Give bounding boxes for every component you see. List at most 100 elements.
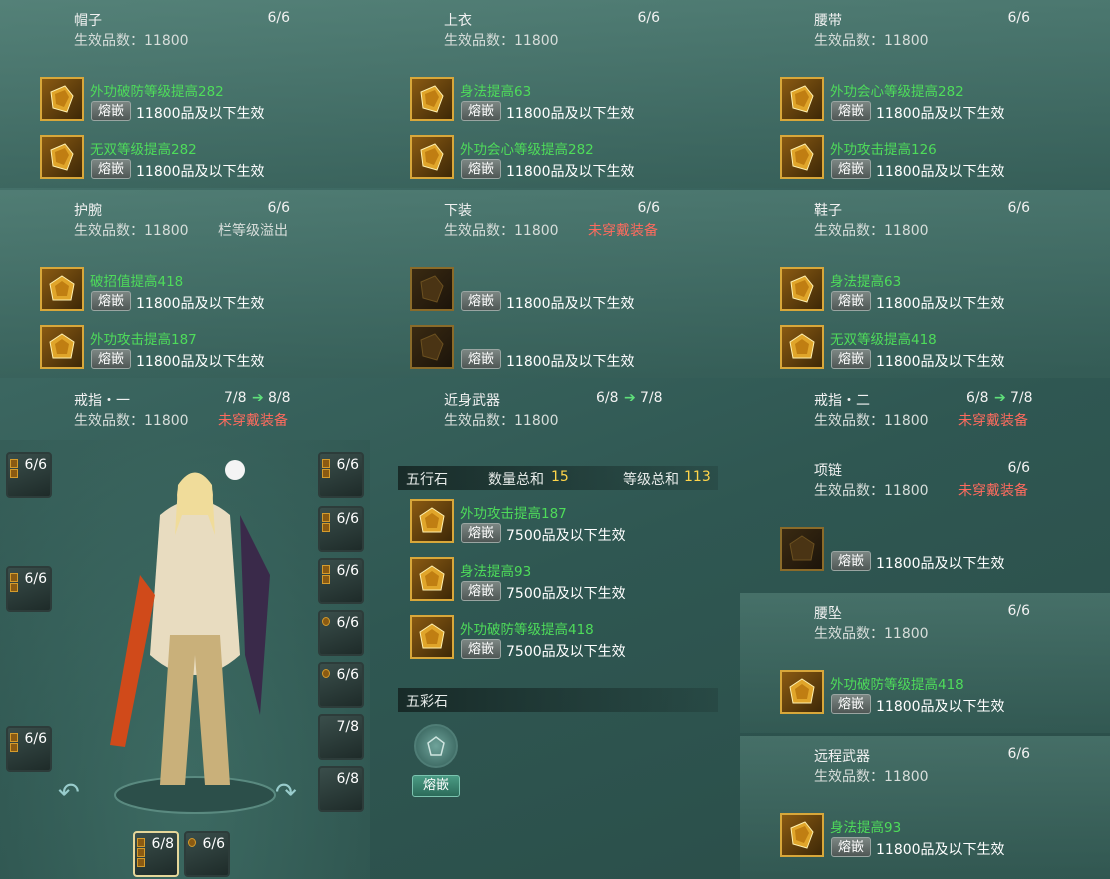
wucai-title: 五彩石 <box>406 694 448 710</box>
gem-pip-icon <box>10 573 18 582</box>
panel-ring2: 戒指・二 6/8 ➔ 7/8 生效品数：11800 未穿戴装备 <box>740 380 1110 440</box>
slot-count-from: 7/8 <box>224 390 247 406</box>
upgrade-arrow-icon: ➔ <box>624 390 636 406</box>
embed-button[interactable]: 熔嵌 <box>461 523 501 543</box>
gem-pip-icon <box>322 669 330 678</box>
gem-icon[interactable] <box>780 813 824 857</box>
wucai-slot[interactable] <box>414 724 458 768</box>
equip-slot[interactable]: 6/6 <box>318 558 364 604</box>
equip-slot[interactable]: 6/6 <box>6 452 52 498</box>
slot-title: 腰带 <box>814 13 842 29</box>
embed-button[interactable]: 熔嵌 <box>91 159 131 179</box>
slot-count: 6/6 <box>1007 746 1030 762</box>
equip-slot[interactable]: 6/6 <box>318 610 364 656</box>
embed-requirement: 11800品及以下生效 <box>876 164 1005 180</box>
gem-pip-icon <box>137 848 145 857</box>
embed-button[interactable]: 熔嵌 <box>461 159 501 179</box>
gem-icon[interactable] <box>40 135 84 179</box>
embed-button[interactable]: 熔嵌 <box>831 101 871 121</box>
gem-effect: 无双等级提高418 <box>830 332 937 348</box>
equip-slot[interactable]: 6/6 <box>318 662 364 708</box>
embed-requirement: 11800品及以下生效 <box>506 354 635 370</box>
qty-label: 数量总和 <box>488 472 544 488</box>
slot-title: 戒指・一 <box>74 393 130 409</box>
slot-note: 未穿戴装备 <box>218 413 288 429</box>
panel-wrist: 护腕 6/6 生效品数：11800 栏等级溢出 破招值提高418 熔嵌 1180… <box>0 190 370 378</box>
embed-button[interactable]: 熔嵌 <box>461 639 501 659</box>
gem-icon[interactable] <box>40 267 84 311</box>
slot-title: 上衣 <box>444 13 472 29</box>
gem-icon[interactable] <box>410 135 454 179</box>
lvl-label: 等级总和 <box>623 472 679 488</box>
embed-button[interactable]: 熔嵌 <box>831 694 871 714</box>
slot-level: 生效品数：11800 <box>814 413 929 429</box>
wuxing-title: 五行石 <box>406 472 448 488</box>
slot-count: 6/6 <box>336 457 359 473</box>
equip-slot[interactable]: 6/8 <box>318 766 364 812</box>
panel-pendant: 腰坠 6/6 生效品数：11800 外功破防等级提高418 熔嵌 11800品及… <box>740 593 1110 733</box>
embed-button[interactable]: 熔嵌 <box>831 159 871 179</box>
lvl-value: 113 <box>684 469 711 485</box>
slot-count: 6/6 <box>336 615 359 631</box>
slot-note: 未穿戴装备 <box>958 413 1028 429</box>
gem-icon[interactable] <box>410 615 454 659</box>
equip-slot[interactable]: 6/6 <box>318 452 364 498</box>
gem-icon[interactable] <box>780 325 824 369</box>
gem-icon[interactable] <box>410 557 454 601</box>
embed-requirement: 11800品及以下生效 <box>506 164 635 180</box>
slot-title: 下装 <box>444 203 472 219</box>
embed-button[interactable]: 熔嵌 <box>831 551 871 571</box>
character-area: ↶ ↷ <box>0 440 370 879</box>
embed-requirement: 11800品及以下生效 <box>136 296 265 312</box>
slot-count: 6/6 <box>24 457 47 473</box>
embed-requirement: 7500品及以下生效 <box>506 528 626 544</box>
embed-requirement: 11800品及以下生效 <box>136 354 265 370</box>
gem-icon[interactable] <box>410 77 454 121</box>
embed-button[interactable]: 熔嵌 <box>91 349 131 369</box>
embed-button[interactable]: 熔嵌 <box>91 101 131 121</box>
embed-requirement: 11800品及以下生效 <box>876 296 1005 312</box>
equip-slot[interactable]: 6/6 <box>318 506 364 552</box>
embed-button[interactable]: 熔嵌 <box>461 291 501 311</box>
slot-level: 生效品数：11800 <box>814 223 929 239</box>
embed-button[interactable]: 熔嵌 <box>461 581 501 601</box>
slot-level: 生效品数：11800 <box>444 413 559 429</box>
equip-slot[interactable]: 7/8 <box>318 714 364 760</box>
embed-requirement: 7500品及以下生效 <box>506 644 626 660</box>
slot-count-from: 6/8 <box>596 390 619 406</box>
embed-button[interactable]: 熔嵌 <box>831 349 871 369</box>
embed-button[interactable]: 熔嵌 <box>91 291 131 311</box>
gem-icon[interactable] <box>410 499 454 543</box>
rotate-left-icon[interactable]: ↶ <box>58 778 80 808</box>
gem-icon[interactable] <box>40 325 84 369</box>
gem-icon[interactable] <box>780 77 824 121</box>
character-model <box>110 460 276 814</box>
equip-slot-selected[interactable]: 6/8 <box>133 831 179 877</box>
rotate-right-icon[interactable]: ↷ <box>275 778 297 808</box>
gem-icon[interactable] <box>780 267 824 311</box>
wucai-embed-button[interactable]: 熔嵌 <box>412 775 460 797</box>
embed-button[interactable]: 熔嵌 <box>461 101 501 121</box>
slot-count: 6/6 <box>1007 10 1030 26</box>
gem-pip-icon <box>188 838 196 847</box>
slot-title: 护腕 <box>74 203 102 219</box>
embed-requirement: 11800品及以下生效 <box>136 164 265 180</box>
gem-icon[interactable] <box>780 670 824 714</box>
embed-button[interactable]: 熔嵌 <box>831 291 871 311</box>
gem-icon[interactable] <box>410 267 454 311</box>
gem-effect: 身法提高63 <box>460 84 532 100</box>
equip-slot[interactable]: 6/6 <box>6 726 52 772</box>
embed-button[interactable]: 熔嵌 <box>461 349 501 369</box>
gem-icon[interactable] <box>40 77 84 121</box>
slot-level: 生效品数：11800 <box>74 223 189 239</box>
equip-slot[interactable]: 6/6 <box>6 566 52 612</box>
gem-icon[interactable] <box>780 135 824 179</box>
gem-icon[interactable] <box>410 325 454 369</box>
slot-count-from: 6/8 <box>966 390 989 406</box>
gem-icon[interactable] <box>780 527 824 571</box>
equip-slot[interactable]: 6/6 <box>184 831 230 877</box>
embed-button[interactable]: 熔嵌 <box>831 837 871 857</box>
upgrade-arrow-icon: ➔ <box>994 390 1006 406</box>
gem-effect: 外功会心等级提高282 <box>460 142 594 158</box>
gem-pip-icon <box>322 513 330 522</box>
